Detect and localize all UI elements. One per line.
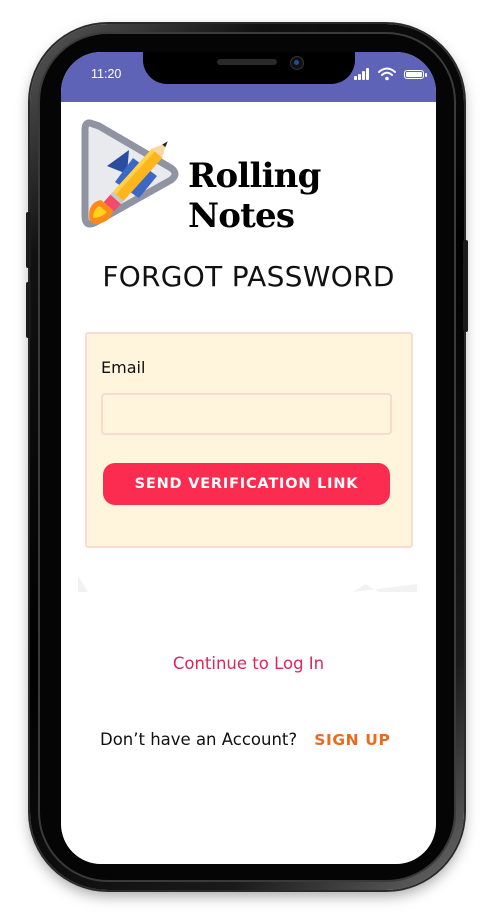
no-account-text: Don’t have an Account? [100,730,298,749]
wifi-icon [378,67,396,81]
send-verification-link-button[interactable]: SEND VERIFICATION LINK [103,463,390,505]
volume-down-button [26,282,31,338]
phone-screen: 11:20 Rolling Notes FORGOT PASSWORD Emai… [61,52,436,864]
signal-icon [354,68,372,80]
speaker-grille [217,59,277,65]
battery-icon [404,70,427,79]
volume-up-button [26,212,31,268]
notch [143,52,355,84]
front-camera [290,56,304,70]
forgot-password-form: Email SEND VERIFICATION LINK [85,332,413,548]
faint-wave-right [353,584,417,592]
signup-row: Don’t have an Account? SIGN UP [100,730,390,749]
email-label: Email [101,358,146,377]
status-time: 11:20 [91,67,122,81]
page-title: FORGOT PASSWORD [102,260,395,293]
email-input[interactable] [101,393,392,435]
status-bar: 11:20 [61,52,436,102]
continue-to-login-link[interactable]: Continue to Log In [61,654,436,673]
app-name: Rolling Notes [188,156,321,236]
power-button [463,240,468,332]
faint-wave-left [78,576,88,592]
rocket-pencil-icon [81,119,179,228]
sign-up-link[interactable]: SIGN UP [314,731,390,749]
